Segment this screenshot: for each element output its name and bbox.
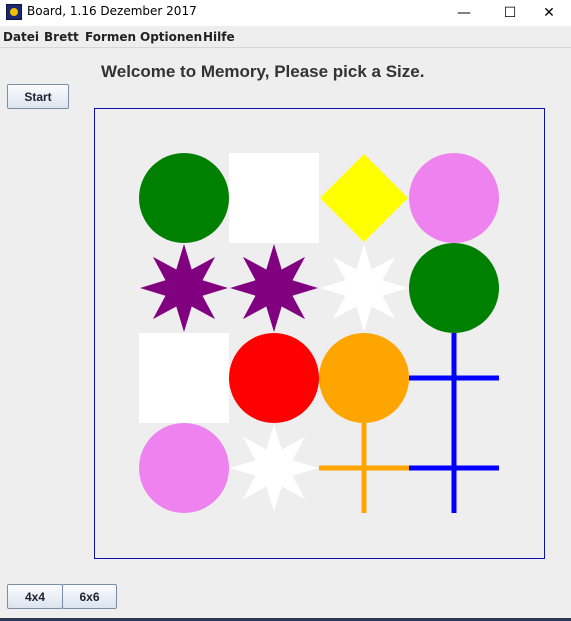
menu-bar: Datei Brett Formen Optionen Hilfe <box>0 26 571 48</box>
title-bar: Board, 1.16 Dezember 2017 — ☐ ✕ <box>0 0 571 26</box>
circle-shape <box>229 333 319 423</box>
tile-star[interactable] <box>230 244 318 332</box>
size-4x4-button[interactable]: 4x4 <box>7 584 63 609</box>
circle-shape <box>409 243 499 333</box>
tile-circle[interactable] <box>319 333 409 423</box>
star-shape <box>230 244 318 332</box>
tile-diamond[interactable] <box>320 154 408 242</box>
window-title: Board, 1.16 Dezember 2017 <box>27 4 197 18</box>
close-button[interactable]: ✕ <box>526 0 571 26</box>
tile-cross[interactable] <box>409 423 499 513</box>
menu-datei[interactable]: Datei <box>3 30 39 44</box>
star-shape <box>320 244 408 332</box>
start-button[interactable]: Start <box>7 84 69 109</box>
size-6x6-button[interactable]: 6x6 <box>62 584 117 609</box>
menu-brett[interactable]: Brett <box>44 30 79 44</box>
board-canvas <box>139 153 499 513</box>
star-shape <box>140 244 228 332</box>
tile-square[interactable] <box>139 333 229 423</box>
circle-shape <box>139 153 229 243</box>
tile-cross[interactable] <box>319 423 409 513</box>
star-shape <box>230 424 318 512</box>
circle-shape <box>409 153 499 243</box>
tile-star[interactable] <box>140 244 228 332</box>
circle-shape <box>319 333 409 423</box>
cross-vertical-bar <box>361 423 367 513</box>
page-title: Welcome to Memory, Please pick a Size. <box>101 62 425 81</box>
app-icon <box>6 4 22 20</box>
minimize-button[interactable]: — <box>441 0 487 26</box>
tile-circle[interactable] <box>409 153 499 243</box>
tile-circle[interactable] <box>139 153 229 243</box>
tile-star[interactable] <box>230 424 318 512</box>
cross-vertical-bar <box>451 423 457 513</box>
tile-star[interactable] <box>320 244 408 332</box>
tile-cross[interactable] <box>409 333 499 423</box>
square-shape <box>139 333 229 423</box>
tile-square[interactable] <box>229 153 319 243</box>
tile-circle[interactable] <box>139 423 229 513</box>
circle-shape <box>139 423 229 513</box>
diamond-shape <box>320 154 408 242</box>
menu-optionen[interactable]: Optionen <box>140 30 202 44</box>
menu-hilfe[interactable]: Hilfe <box>203 30 235 44</box>
memory-board <box>94 108 545 559</box>
menu-formen[interactable]: Formen <box>85 30 136 44</box>
tile-circle[interactable] <box>229 333 319 423</box>
cross-vertical-bar <box>451 333 457 423</box>
square-shape <box>229 153 319 243</box>
tile-circle[interactable] <box>409 243 499 333</box>
